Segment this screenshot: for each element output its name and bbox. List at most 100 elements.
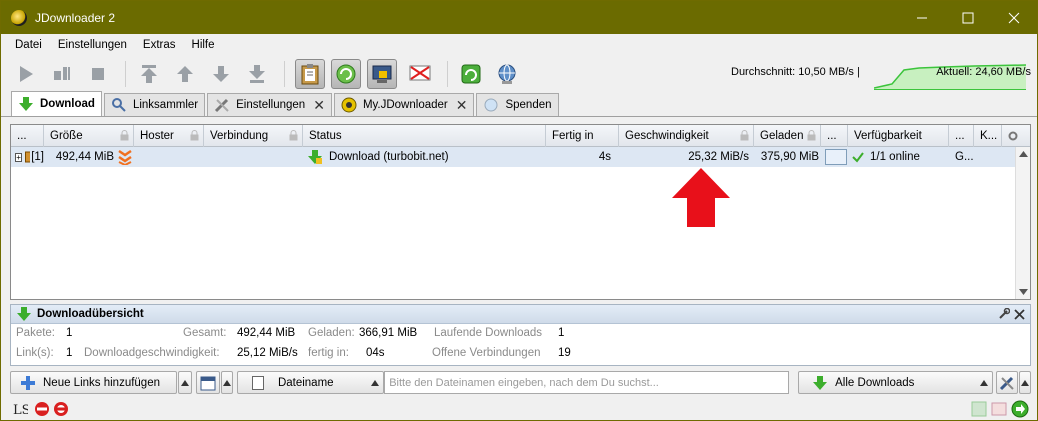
stop-button[interactable] (85, 61, 111, 87)
average-speed: Durchschnitt: 10,50 MB/s | (731, 66, 860, 78)
overview-line-2: Link(s): 1 Downloadgeschwindigkeit: 25,1… (11, 344, 1030, 364)
tab-spenden[interactable]: Spenden (476, 93, 559, 116)
scroll-up-icon (1019, 151, 1028, 157)
stop-sign-icon[interactable] (34, 401, 50, 417)
packages-value: 1 (66, 327, 73, 339)
download-arrow-icon (17, 307, 31, 321)
add-links-dropdown[interactable] (178, 371, 193, 394)
update-button[interactable] (458, 61, 484, 87)
tab-einstellungen[interactable]: Einstellungen ✕ (207, 93, 332, 116)
close-button[interactable] (991, 1, 1037, 34)
connections-label: Offene Verbindungen (432, 347, 541, 359)
column-header-speed[interactable]: Geschwindigkeit (619, 125, 754, 147)
progress-bar (825, 149, 847, 165)
overview-line-1: Pakete: 1 Gesamt: 492,44 MiB Geladen: 36… (11, 324, 1030, 344)
tab-label: Einstellungen (236, 99, 306, 111)
tab-label: My.JDownloader (362, 99, 448, 111)
stop-after-icon[interactable] (53, 401, 69, 417)
ls-icon[interactable]: LS (12, 401, 28, 417)
minimize-button[interactable] (899, 1, 945, 34)
column-header-eta[interactable]: Fertig in (546, 125, 619, 147)
donate-icon (484, 98, 498, 112)
clear-dropdown[interactable] (220, 371, 233, 394)
row-status: Download (turbobit.net) (329, 151, 449, 163)
menu-einstellungen[interactable]: Einstellungen (50, 39, 135, 51)
download-filter-label: Alle Downloads (835, 376, 915, 389)
reconnect-icon (336, 64, 356, 84)
menu-extras[interactable]: Extras (135, 39, 184, 51)
pause-button[interactable] (49, 61, 75, 87)
download-table: ... Größe Hoster Verbindung Status Ferti… (10, 124, 1031, 300)
silent-mode-button[interactable] (407, 61, 433, 87)
red-arrow-annotation (672, 168, 730, 227)
tab-linksammler[interactable]: Linksammler (103, 93, 206, 116)
dlspeed-label: Downloadgeschwindigkeit: (84, 347, 220, 359)
menu-hilfe[interactable]: Hilfe (184, 39, 223, 51)
table-row[interactable]: + [1] 492,44 MiB Download (turbobit.net)… (11, 147, 1030, 167)
column-header-loaded[interactable]: Geladen (754, 125, 821, 147)
table-disabled-icon[interactable] (991, 401, 1007, 417)
overview-title: Downloadübersicht (37, 308, 144, 320)
lock-icon (289, 130, 298, 141)
download-overview-panel: Downloadübersicht Pakete: 1 Gesamt: 492,… (10, 304, 1031, 366)
download-filter-select[interactable]: Alle Downloads (798, 371, 994, 394)
vertical-scrollbar[interactable] (1015, 147, 1030, 299)
premium-toggle[interactable] (367, 59, 397, 89)
close-icon[interactable] (1014, 309, 1025, 320)
wrench-icon[interactable] (998, 308, 1010, 320)
monitor-lock-icon (372, 65, 392, 83)
add-links-button[interactable]: Neue Links hinzufügen (10, 371, 178, 394)
packages-label: Pakete: (16, 327, 55, 339)
clipboard-icon (301, 64, 319, 85)
chevron-up-icon (980, 380, 989, 386)
move-down-button[interactable] (208, 61, 234, 87)
column-header-size[interactable]: Größe (44, 125, 134, 147)
search-field-select[interactable]: Dateiname (236, 371, 385, 394)
expand-toggle[interactable]: + (15, 152, 23, 162)
maximize-button[interactable] (945, 1, 991, 34)
column-header-status[interactable]: Status (303, 125, 546, 147)
tools-button[interactable] (996, 371, 1019, 394)
search-input[interactable]: Bitte den Dateinamen eingeben, nach dem … (384, 371, 790, 394)
tab-download[interactable]: Download (11, 91, 102, 116)
auto-reconnect-toggle[interactable] (331, 59, 361, 89)
forward-arrow-icon[interactable] (1011, 400, 1029, 418)
tools-dropdown[interactable] (1019, 371, 1031, 394)
turbobit-hoster-icon (118, 149, 132, 165)
clear-button[interactable] (196, 371, 220, 394)
close-tab-icon[interactable]: ✕ (456, 97, 468, 114)
column-header[interactable]: ... (949, 125, 974, 147)
chevron-up-icon (1021, 379, 1030, 386)
row-extra: G... (955, 151, 974, 163)
column-header-availability[interactable]: Verfügbarkeit (848, 125, 949, 147)
column-header-connection[interactable]: Verbindung (204, 125, 303, 147)
running-label: Laufende Downloads (434, 327, 543, 339)
lock-icon (190, 130, 199, 141)
column-header-hoster[interactable]: Hoster (134, 125, 204, 147)
arrow-top-icon (141, 65, 157, 83)
column-header-k[interactable]: K... (974, 125, 1002, 147)
move-up-button[interactable] (172, 61, 198, 87)
menu-datei[interactable]: Datei (7, 39, 50, 51)
clipboard-monitor-toggle[interactable] (295, 59, 325, 89)
close-tab-icon[interactable]: ✕ (313, 97, 325, 114)
chevron-up-icon (181, 379, 190, 386)
refresh-disabled-icon[interactable] (971, 401, 987, 417)
toolbar: Durchschnitt: 10,50 MB/s | Aktuell: 24,6… (1, 56, 1037, 92)
column-header[interactable]: ... (11, 125, 44, 147)
download-status-icon (308, 150, 322, 164)
tools-icon (1000, 376, 1014, 390)
plus-icon (21, 375, 35, 390)
pause-icon (54, 67, 70, 80)
move-top-button[interactable] (136, 61, 162, 87)
column-settings-button[interactable] (1002, 125, 1030, 147)
reconnect-button[interactable] (494, 61, 520, 87)
start-button[interactable] (13, 61, 39, 87)
connections-value: 19 (558, 347, 571, 359)
tab-myjdownloader[interactable]: My.JDownloader ✕ (333, 93, 475, 116)
chevron-up-icon (222, 379, 231, 386)
stop-icon (92, 68, 104, 80)
column-header[interactable]: ... (821, 125, 848, 147)
move-bottom-button[interactable] (244, 61, 270, 87)
menu-bar: Datei Einstellungen Extras Hilfe (1, 34, 1037, 56)
